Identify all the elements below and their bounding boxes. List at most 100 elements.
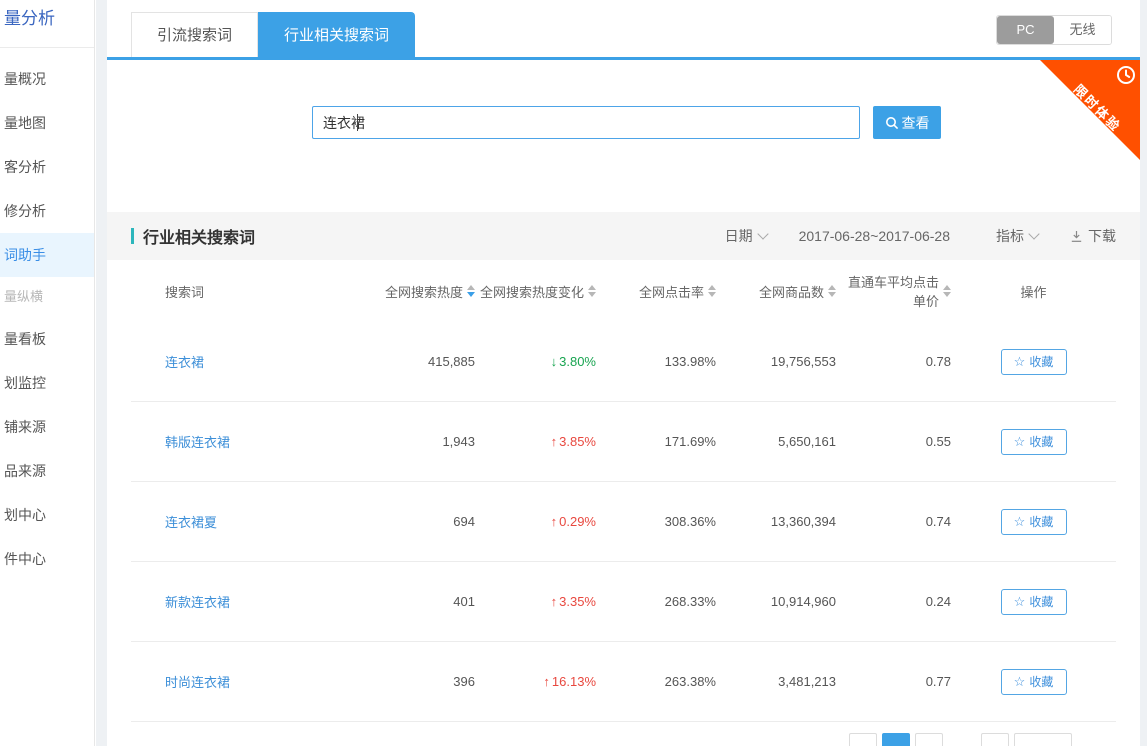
tab-label: 行业相关搜索词 bbox=[284, 27, 389, 44]
sidebar-item[interactable]: 词助手 bbox=[0, 233, 94, 277]
change-arrow-icon: ↑ bbox=[543, 674, 550, 689]
cell-avg-cpc: 0.77 bbox=[836, 674, 951, 689]
sidebar-item[interactable]: 划监控 bbox=[0, 361, 94, 405]
tab-underline bbox=[107, 57, 1140, 60]
change-value: 0.29% bbox=[559, 514, 596, 529]
tab-bar: 引流搜索词 行业相关搜索词 bbox=[131, 12, 415, 57]
column-header-label: 直通车平均点击单价 bbox=[836, 272, 939, 310]
tab[interactable]: 行业相关搜索词 bbox=[258, 12, 415, 57]
sidebar-item-label: 铺来源 bbox=[4, 419, 46, 435]
sidebar-item-label: 划中心 bbox=[4, 507, 46, 523]
device-toggle-option[interactable]: 无线 bbox=[1054, 16, 1111, 44]
column-header-label: 搜索词 bbox=[165, 282, 204, 301]
metric-dropdown[interactable]: 指标 bbox=[996, 226, 1038, 246]
cell-avg-cpc: 0.24 bbox=[836, 594, 951, 609]
pagination-button[interactable] bbox=[1014, 733, 1072, 746]
sidebar-item[interactable]: 件中心 bbox=[0, 537, 94, 581]
cell-search-heat: 694 bbox=[355, 514, 475, 529]
search-term-link[interactable]: 连衣裙夏 bbox=[165, 515, 217, 530]
column-header-label: 全网搜索热度 bbox=[385, 282, 463, 301]
sidebar-item[interactable]: 量地图 bbox=[0, 101, 94, 145]
sort-icon[interactable] bbox=[708, 285, 716, 297]
download-icon bbox=[1070, 230, 1083, 243]
pagination-button[interactable] bbox=[981, 733, 1009, 746]
table-row: 韩版连衣裙 1,943 ↑3.85% 171.69% 5,650,161 0.5… bbox=[131, 402, 1116, 482]
change-value: 3.80% bbox=[559, 354, 596, 369]
search-term-link[interactable]: 时尚连衣裙 bbox=[165, 675, 230, 690]
favorite-button[interactable]: ☆ 收藏 bbox=[1001, 589, 1067, 615]
sort-icon[interactable] bbox=[828, 285, 836, 297]
search-button-label: 查看 bbox=[902, 113, 930, 133]
cell-search-heat: 396 bbox=[355, 674, 475, 689]
favorite-button[interactable]: ☆ 收藏 bbox=[1001, 509, 1067, 535]
cell-avg-cpc: 0.74 bbox=[836, 514, 951, 529]
sort-icon[interactable] bbox=[943, 285, 951, 297]
sidebar-item[interactable]: 客分析 bbox=[0, 145, 94, 189]
date-range: 2017-06-28~2017-06-28 bbox=[799, 228, 950, 244]
column-header: 操作 bbox=[951, 282, 1116, 301]
favorite-label: 收藏 bbox=[1029, 353, 1053, 370]
cell-avg-cpc: 0.78 bbox=[836, 354, 951, 369]
column-header: 全网点击率 bbox=[596, 282, 716, 301]
search-input[interactable] bbox=[312, 106, 860, 139]
sidebar-item[interactable]: 品来源 bbox=[0, 449, 94, 493]
favorite-label: 收藏 bbox=[1029, 673, 1053, 690]
sidebar-heading[interactable]: 量分析 bbox=[0, 0, 94, 48]
change-arrow-icon: ↑ bbox=[551, 594, 558, 609]
sidebar-item-label: 客分析 bbox=[4, 159, 46, 175]
device-toggle-option[interactable]: PC bbox=[997, 16, 1054, 44]
search-button[interactable]: 查看 bbox=[873, 106, 941, 139]
panel-header: 行业相关搜索词 日期 2017-06-28~2017-06-28 指标 bbox=[107, 212, 1140, 260]
sidebar-item[interactable]: 量概况 bbox=[0, 57, 94, 101]
cell-product-count: 5,650,161 bbox=[716, 434, 836, 449]
search-term-link[interactable]: 韩版连衣裙 bbox=[165, 435, 230, 450]
sort-icon[interactable] bbox=[588, 285, 596, 297]
pagination-button[interactable] bbox=[849, 733, 877, 746]
table-body: 连衣裙 415,885 ↓3.80% 133.98% 19,756,553 0.… bbox=[107, 322, 1140, 722]
cell-search-heat: 415,885 bbox=[355, 354, 475, 369]
favorite-label: 收藏 bbox=[1029, 433, 1053, 450]
cell-search-heat: 1,943 bbox=[355, 434, 475, 449]
star-icon: ☆ bbox=[1014, 515, 1026, 528]
date-dropdown[interactable]: 日期 bbox=[725, 226, 767, 246]
favorite-button[interactable]: ☆ 收藏 bbox=[1001, 669, 1067, 695]
sidebar: 量分析 量概况 量地图 客分析 修分析 词助手 量纵横 量看板 划监控 铺来源 … bbox=[0, 0, 95, 746]
table-row: 连衣裙 415,885 ↓3.80% 133.98% 19,756,553 0.… bbox=[131, 322, 1116, 402]
sidebar-item-label: 量地图 bbox=[4, 115, 46, 131]
sidebar-item-label: 量看板 bbox=[4, 331, 46, 347]
cell-click-rate: 268.33% bbox=[596, 594, 716, 609]
sidebar-item[interactable]: 量看板 bbox=[0, 317, 94, 361]
page: 量分析 量概况 量地图 客分析 修分析 词助手 量纵横 量看板 划监控 铺来源 … bbox=[0, 0, 1147, 746]
cell-search-heat: 401 bbox=[355, 594, 475, 609]
pagination-button[interactable] bbox=[915, 733, 943, 746]
download-button[interactable]: 下载 bbox=[1070, 226, 1116, 246]
sort-icon[interactable] bbox=[467, 285, 475, 297]
cell-heat-change: ↑0.29% bbox=[475, 514, 596, 529]
favorite-button[interactable]: ☆ 收藏 bbox=[1001, 349, 1067, 375]
column-header-label: 全网搜索热度变化 bbox=[480, 282, 584, 301]
sidebar-item[interactable]: 量纵横 bbox=[0, 277, 94, 317]
tab[interactable]: 引流搜索词 bbox=[131, 12, 258, 57]
download-label: 下载 bbox=[1088, 226, 1116, 246]
change-arrow-icon: ↑ bbox=[551, 434, 558, 449]
cell-click-rate: 308.36% bbox=[596, 514, 716, 529]
column-header-label: 操作 bbox=[1020, 282, 1046, 301]
favorite-button[interactable]: ☆ 收藏 bbox=[1001, 429, 1067, 455]
pagination-button[interactable] bbox=[882, 733, 910, 746]
title-accent-bar bbox=[131, 228, 134, 244]
main-content: 引流搜索词 行业相关搜索词 PC无线 查看 行业相关搜索词 日期 bbox=[107, 0, 1140, 746]
sidebar-item[interactable]: 划中心 bbox=[0, 493, 94, 537]
results-table: 搜索词 全网搜索热度 全网搜索热度变化 全网点击率 全网商品数 bbox=[107, 260, 1140, 722]
date-dropdown-label: 日期 bbox=[725, 226, 753, 246]
search-term-link[interactable]: 连衣裙 bbox=[165, 355, 204, 370]
search-term-link[interactable]: 新款连衣裙 bbox=[165, 595, 230, 610]
cell-click-rate: 263.38% bbox=[596, 674, 716, 689]
sidebar-item[interactable]: 修分析 bbox=[0, 189, 94, 233]
metric-dropdown-label: 指标 bbox=[996, 226, 1024, 246]
sidebar-item[interactable]: 铺来源 bbox=[0, 405, 94, 449]
column-header-label: 全网商品数 bbox=[759, 282, 824, 301]
star-icon: ☆ bbox=[1014, 355, 1026, 368]
cell-product-count: 10,914,960 bbox=[716, 594, 836, 609]
star-icon: ☆ bbox=[1014, 675, 1026, 688]
chevron-down-icon bbox=[757, 228, 768, 239]
